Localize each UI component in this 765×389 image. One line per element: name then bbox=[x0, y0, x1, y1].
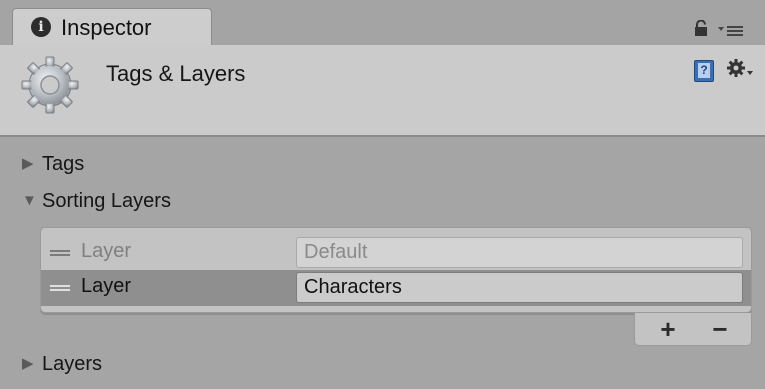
collapsed-arrow-icon: ▶ bbox=[22, 355, 34, 372]
context-menu-icon[interactable] bbox=[718, 24, 744, 38]
tab-inspector[interactable]: i Inspector bbox=[12, 8, 212, 46]
row-label: Layer bbox=[81, 240, 132, 262]
gear-icon bbox=[21, 56, 79, 114]
expanded-arrow-icon: ▼ bbox=[22, 192, 37, 209]
layer-name-field[interactable]: Characters bbox=[296, 272, 743, 303]
list-item-selected[interactable]: Layer Characters bbox=[41, 270, 751, 306]
add-layer-button[interactable]: + bbox=[643, 313, 693, 345]
collapsed-arrow-icon: ▶ bbox=[22, 155, 34, 172]
drag-handle-icon[interactable] bbox=[50, 285, 70, 291]
list-footer: + − bbox=[634, 313, 752, 346]
foldout-label: Sorting Layers bbox=[42, 190, 171, 212]
row-label: Layer bbox=[81, 275, 132, 297]
foldout-tags[interactable]: ▶ Tags bbox=[22, 153, 84, 176]
page-title: Tags & Layers bbox=[106, 61, 246, 86]
foldout-label: Layers bbox=[42, 353, 103, 375]
sorting-layers-list: Layer Default Layer Characters bbox=[40, 227, 752, 313]
remove-layer-button[interactable]: − bbox=[695, 313, 745, 345]
info-icon: i bbox=[31, 17, 51, 37]
list-item[interactable]: Layer Default bbox=[41, 235, 751, 271]
inspector-header: Tags & Layers ? bbox=[0, 45, 765, 137]
help-book-icon[interactable]: ? bbox=[694, 60, 714, 82]
tab-bar: i Inspector bbox=[0, 0, 765, 46]
settings-gear-icon[interactable] bbox=[726, 58, 754, 80]
foldout-layers[interactable]: ▶ Layers bbox=[22, 353, 102, 376]
lock-icon[interactable] bbox=[694, 20, 708, 36]
drag-handle-icon[interactable] bbox=[50, 250, 70, 256]
layer-name-field: Default bbox=[296, 237, 743, 268]
foldout-sorting-layers[interactable]: ▼ Sorting Layers bbox=[22, 190, 171, 213]
tab-label: Inspector bbox=[61, 15, 152, 40]
foldout-label: Tags bbox=[42, 153, 85, 175]
